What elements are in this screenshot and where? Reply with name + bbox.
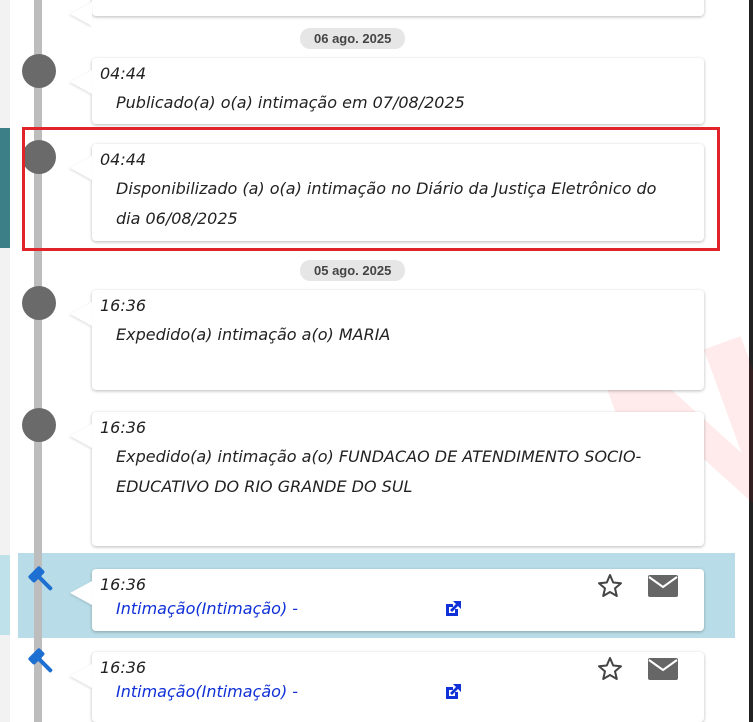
event-time: 16:36 bbox=[100, 296, 147, 315]
event-time: 16:36 bbox=[100, 575, 147, 594]
left-gutter-selected-accent bbox=[0, 555, 10, 635]
gavel-icon bbox=[28, 648, 53, 673]
timeline-card[interactable]: 16:36 Expedido(a) intimação a(o) MARIA bbox=[92, 290, 704, 390]
timeline-card[interactable]: 16:36 Intimação(Intimação) - bbox=[92, 652, 704, 722]
event-time: 16:36 bbox=[100, 418, 147, 437]
timeline-panel: N 06 ago. 2025 04:44 Publicado(a) o(a) i… bbox=[0, 0, 753, 722]
event-description: Expedido(a) intimação a(o) MARIA bbox=[116, 325, 391, 344]
intimacao-link[interactable]: Intimação(Intimação) - bbox=[116, 682, 298, 701]
timeline-card[interactable]: 04:44 Publicado(a) o(a) intimação em 07/… bbox=[92, 58, 704, 124]
star-icon[interactable] bbox=[597, 573, 623, 599]
timeline-dot bbox=[22, 408, 56, 442]
timeline-dot bbox=[22, 286, 56, 320]
event-time: 16:36 bbox=[100, 658, 147, 677]
event-description: Expedido(a) intimação a(o) FUNDACAO DE A… bbox=[116, 447, 642, 496]
timeline-card[interactable]: 16:36 Intimação(Intimação) - bbox=[92, 569, 704, 631]
timeline-card-partial bbox=[92, 0, 704, 16]
timeline-card[interactable]: 16:36 Expedido(a) intimação a(o) FUNDACA… bbox=[92, 412, 704, 546]
mail-icon[interactable] bbox=[648, 575, 678, 597]
gavel-icon bbox=[28, 566, 53, 591]
highlight-box bbox=[22, 127, 720, 251]
date-separator: 05 ago. 2025 bbox=[300, 260, 406, 281]
mail-icon[interactable] bbox=[648, 658, 678, 680]
date-separator: 06 ago. 2025 bbox=[300, 28, 406, 49]
left-gutter-accent bbox=[0, 128, 10, 248]
timeline-dot bbox=[22, 54, 56, 88]
timeline-line bbox=[34, 0, 42, 722]
event-time: 04:44 bbox=[100, 64, 147, 83]
intimacao-link[interactable]: Intimação(Intimação) - bbox=[116, 599, 298, 618]
star-icon[interactable] bbox=[597, 656, 623, 682]
external-link-icon[interactable] bbox=[442, 681, 464, 703]
left-gutter bbox=[0, 0, 10, 722]
event-description: Publicado(a) o(a) intimação em 07/08/202… bbox=[116, 93, 465, 112]
external-link-icon[interactable] bbox=[442, 598, 464, 620]
